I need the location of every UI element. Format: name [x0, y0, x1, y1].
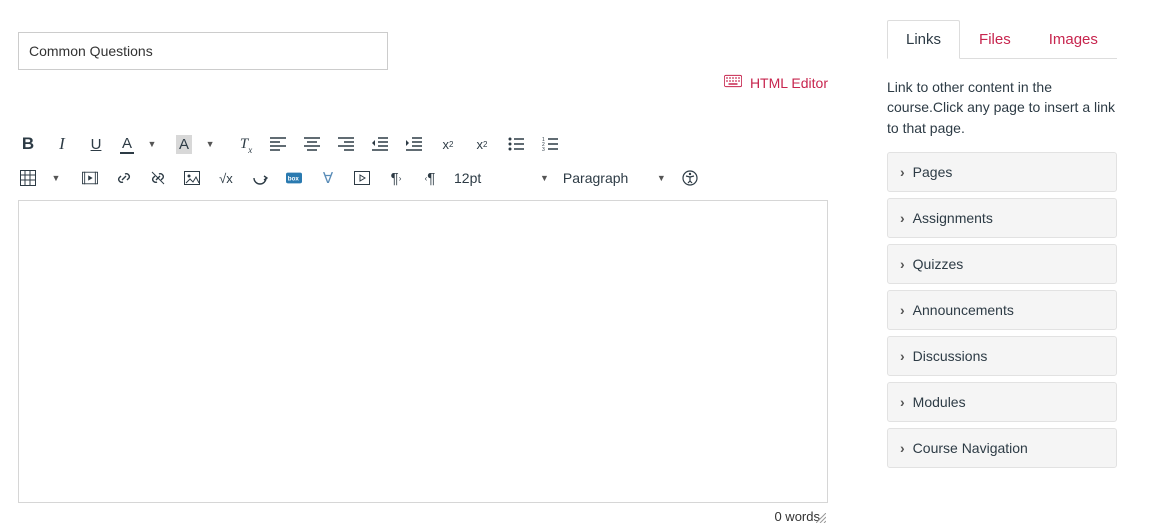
link-button[interactable]: [114, 168, 134, 188]
table-button[interactable]: [18, 168, 38, 188]
table-dropdown[interactable]: ▼: [46, 168, 66, 188]
tab-links[interactable]: Links: [887, 20, 960, 59]
rich-text-toolbar: B I U A ▼ A ▼ Tx x2 x2 123 ▼ √x: [18, 132, 828, 190]
resize-grip-icon[interactable]: [816, 510, 826, 526]
outdent-button[interactable]: [370, 134, 390, 154]
accordion-label: Announcements: [913, 302, 1014, 318]
accordion-course-navigation[interactable]: › Course Navigation: [887, 428, 1117, 468]
unlink-button[interactable]: [148, 168, 168, 188]
content-editor[interactable]: [18, 200, 828, 503]
subscript-button[interactable]: x2: [472, 134, 492, 154]
align-right-button[interactable]: [336, 134, 356, 154]
links-accordion: › Pages › Assignments › Quizzes › Announceme…: [887, 152, 1117, 468]
accordion-assignments[interactable]: › Assignments: [887, 198, 1117, 238]
content-sidebar: Links Files Images Link to other content…: [887, 20, 1117, 468]
tab-images[interactable]: Images: [1030, 20, 1117, 59]
chevron-right-icon: ›: [900, 440, 905, 456]
paragraph-format-value: Paragraph: [563, 170, 671, 186]
highlight-color-button[interactable]: A: [176, 134, 192, 154]
text-color-button[interactable]: A: [120, 134, 134, 154]
accordion-label: Assignments: [913, 210, 993, 226]
insert-media-button[interactable]: [80, 168, 100, 188]
highlight-color-dropdown[interactable]: ▼: [200, 134, 220, 154]
accordion-discussions[interactable]: › Discussions: [887, 336, 1117, 376]
chevron-down-icon: ▼: [657, 173, 666, 183]
equation-button[interactable]: √x: [216, 168, 236, 188]
chevron-right-icon: ›: [900, 348, 905, 364]
svg-text:3: 3: [542, 147, 545, 152]
word-count: 0 words: [18, 509, 828, 524]
chevron-right-icon: ›: [900, 302, 905, 318]
chevron-right-icon: ›: [900, 394, 905, 410]
accessibility-button[interactable]: [680, 168, 700, 188]
accordion-announcements[interactable]: › Announcements: [887, 290, 1117, 330]
html-editor-label: HTML Editor: [750, 75, 828, 91]
rtl-button[interactable]: ‹¶: [420, 168, 440, 188]
text-color-dropdown[interactable]: ▼: [142, 134, 162, 154]
tab-description: Link to other content in the course.Clic…: [887, 77, 1117, 138]
toolbar-row-2: ▼ √x box ∀ ¶› ‹¶ 12pt ▼ Paragraph ▼: [18, 166, 828, 190]
italic-button[interactable]: I: [52, 134, 72, 154]
sidebar-tabs: Links Files Images: [887, 20, 1117, 59]
bold-button[interactable]: B: [18, 134, 38, 154]
align-left-button[interactable]: [268, 134, 288, 154]
accordion-label: Discussions: [913, 348, 988, 364]
bullet-list-button[interactable]: [506, 134, 526, 154]
accordion-modules[interactable]: › Modules: [887, 382, 1117, 422]
clear-formatting-button[interactable]: Tx: [234, 134, 254, 154]
box-button[interactable]: box: [284, 168, 304, 188]
image-button[interactable]: [182, 168, 202, 188]
chevron-right-icon: ›: [900, 164, 905, 180]
accordion-pages[interactable]: › Pages: [887, 152, 1117, 192]
accordion-label: Pages: [913, 164, 953, 180]
ltr-button[interactable]: ¶›: [386, 168, 406, 188]
down-arrow-button[interactable]: ∀: [318, 168, 338, 188]
indent-button[interactable]: [404, 134, 424, 154]
keyboard-icon: [724, 74, 742, 91]
superscript-button[interactable]: x2: [438, 134, 458, 154]
accordion-label: Course Navigation: [913, 440, 1028, 456]
video-button[interactable]: [352, 168, 372, 188]
page-title-input[interactable]: [18, 32, 388, 70]
accordion-label: Modules: [913, 394, 966, 410]
underline-button[interactable]: U: [86, 134, 106, 154]
chevron-right-icon: ›: [900, 210, 905, 226]
embed-button[interactable]: [250, 168, 270, 188]
editor-panel: HTML Editor B I U A ▼ A ▼ Tx x2 x2 123 ▼: [18, 32, 828, 524]
align-center-button[interactable]: [302, 134, 322, 154]
paragraph-format-select[interactable]: Paragraph ▼: [563, 170, 666, 186]
toolbar-row-1: B I U A ▼ A ▼ Tx x2 x2 123: [18, 132, 828, 156]
font-size-value: 12pt: [454, 170, 554, 186]
tab-files[interactable]: Files: [960, 20, 1030, 59]
svg-text:box: box: [288, 176, 300, 183]
font-size-select[interactable]: 12pt ▼: [454, 170, 549, 186]
accordion-label: Quizzes: [913, 256, 964, 272]
chevron-right-icon: ›: [900, 256, 905, 272]
accordion-quizzes[interactable]: › Quizzes: [887, 244, 1117, 284]
html-editor-link[interactable]: HTML Editor: [724, 74, 828, 91]
numbered-list-button[interactable]: 123: [540, 134, 560, 154]
